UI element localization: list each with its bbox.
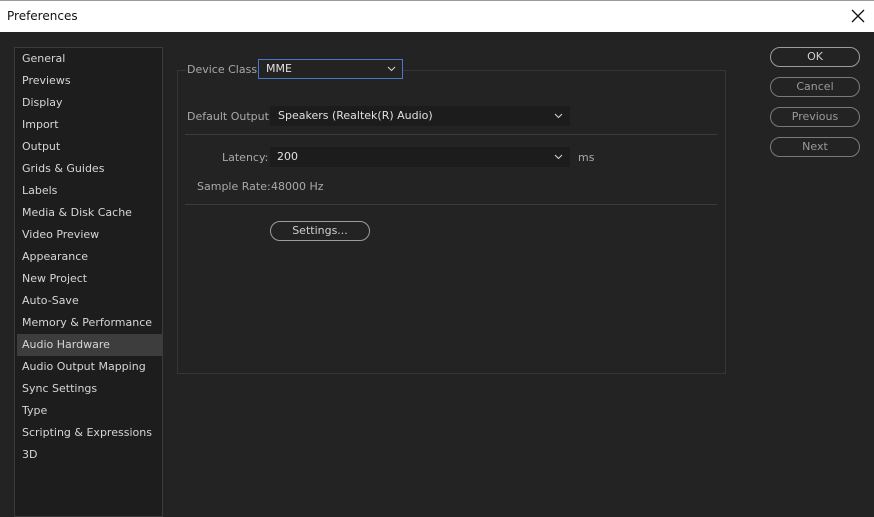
sidebar-item-new-project[interactable]: New Project (17, 268, 162, 290)
sidebar-item-type[interactable]: Type (17, 400, 162, 422)
sidebar-item-general[interactable]: General (17, 48, 162, 70)
sample-rate-value: 48000 Hz (271, 180, 324, 193)
latency-value: 200 (277, 150, 298, 163)
sidebar-item-import[interactable]: Import (17, 114, 162, 136)
sidebar-item-3d[interactable]: 3D (17, 444, 162, 466)
sidebar-item-memory-performance[interactable]: Memory & Performance (17, 312, 162, 334)
latency-dropdown[interactable]: 200 (270, 147, 570, 167)
device-class-label: Device Class: (187, 63, 265, 76)
default-output-value: Speakers (Realtek(R) Audio) (278, 109, 433, 122)
device-class-value: MME (266, 62, 292, 75)
cancel-button[interactable]: Cancel (770, 77, 860, 97)
sidebar-item-output[interactable]: Output (17, 136, 162, 158)
chevron-down-icon (387, 66, 396, 72)
close-icon[interactable] (848, 6, 868, 26)
sidebar-item-audio-output-mapping[interactable]: Audio Output Mapping (17, 356, 162, 378)
window-title: Preferences (7, 9, 78, 23)
preferences-category-list[interactable]: General Previews Display Import Output G… (14, 47, 163, 517)
sidebar-item-scripting-expressions[interactable]: Scripting & Expressions (17, 422, 162, 444)
sidebar-item-previews[interactable]: Previews (17, 70, 162, 92)
sidebar-item-display[interactable]: Display (17, 92, 162, 114)
sidebar-item-video-preview[interactable]: Video Preview (17, 224, 162, 246)
latency-unit: ms (578, 151, 595, 164)
divider (185, 134, 717, 135)
sample-rate-label: Sample Rate: (197, 180, 271, 193)
chevron-down-icon (554, 113, 563, 119)
latency-label: Latency: (222, 151, 269, 164)
default-output-label: Default Output: (187, 110, 273, 123)
divider (185, 204, 717, 205)
default-output-dropdown[interactable]: Speakers (Realtek(R) Audio) (270, 106, 570, 126)
settings-button[interactable]: Settings... (270, 221, 370, 241)
sidebar-item-auto-save[interactable]: Auto-Save (17, 290, 162, 312)
chevron-down-icon (554, 154, 563, 160)
sidebar-item-grids-guides[interactable]: Grids & Guides (17, 158, 162, 180)
sidebar-item-audio-hardware[interactable]: Audio Hardware (17, 334, 162, 356)
sidebar-item-appearance[interactable]: Appearance (17, 246, 162, 268)
device-class-dropdown[interactable]: MME (258, 59, 403, 79)
ok-button[interactable]: OK (770, 47, 860, 67)
sidebar-item-media-disk-cache[interactable]: Media & Disk Cache (17, 202, 162, 224)
title-bar: Preferences (0, 0, 874, 32)
sidebar-item-sync-settings[interactable]: Sync Settings (17, 378, 162, 400)
next-button[interactable]: Next (770, 137, 860, 157)
previous-button[interactable]: Previous (770, 107, 860, 127)
sidebar-item-labels[interactable]: Labels (17, 180, 162, 202)
